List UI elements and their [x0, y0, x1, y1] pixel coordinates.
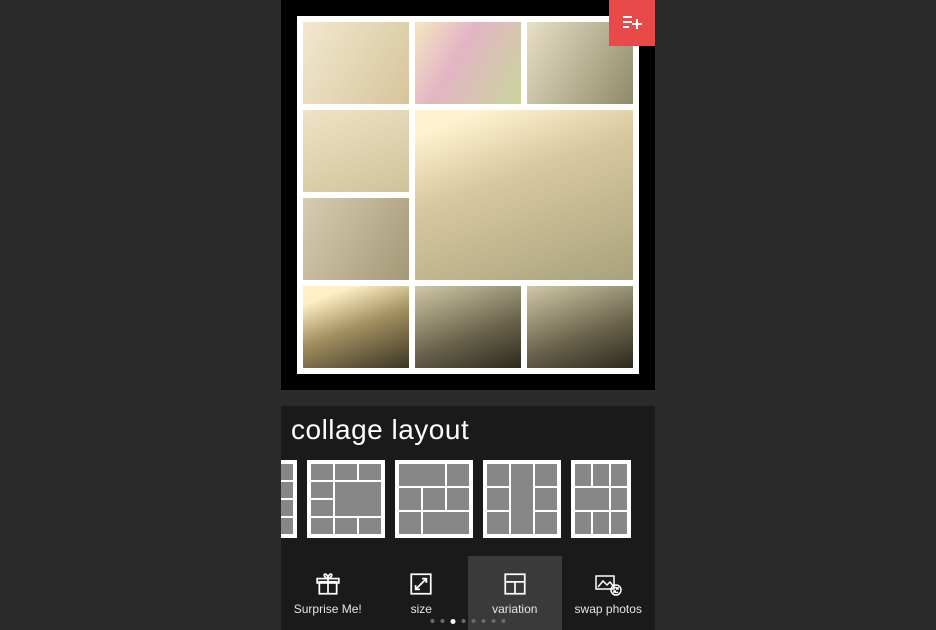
add-button[interactable]	[609, 0, 655, 46]
collage-canvas[interactable]	[297, 16, 639, 374]
collage-tile[interactable]	[303, 110, 409, 192]
app-screen: collage layout	[281, 0, 655, 630]
swap-photos-icon	[594, 570, 622, 598]
layout-grid-icon	[501, 570, 529, 598]
pager-dot[interactable]	[451, 619, 456, 624]
pager-dot[interactable]	[462, 619, 466, 623]
collage-tile[interactable]	[415, 286, 521, 368]
layout-option[interactable]	[571, 460, 631, 538]
pager-dot[interactable]	[482, 619, 486, 623]
resize-icon	[407, 570, 435, 598]
layout-section: collage layout	[281, 406, 655, 556]
collage-tile[interactable]	[303, 22, 409, 104]
pager-dots	[431, 619, 506, 624]
section-gap	[281, 390, 655, 406]
tab-surprise-me[interactable]: Surprise Me!	[281, 556, 375, 630]
collage-tile[interactable]	[415, 110, 633, 280]
collage-tile[interactable]	[415, 22, 521, 104]
collage-preview-area	[281, 0, 655, 390]
pager-dot[interactable]	[472, 619, 476, 623]
list-plus-icon	[620, 11, 644, 35]
pager-dot[interactable]	[431, 619, 435, 623]
layout-option[interactable]	[483, 460, 561, 538]
pager-dot[interactable]	[502, 619, 506, 623]
tab-label: size	[411, 602, 432, 616]
tab-swap-photos[interactable]: swap photos	[562, 556, 656, 630]
tab-label: swap photos	[575, 602, 642, 616]
pager-dot[interactable]	[441, 619, 445, 623]
layout-strip[interactable]	[281, 460, 645, 538]
section-title: collage layout	[291, 414, 645, 446]
collage-tile[interactable]	[303, 198, 409, 280]
layout-option[interactable]	[395, 460, 473, 538]
tab-label: variation	[492, 602, 537, 616]
collage-tile[interactable]	[527, 286, 633, 368]
layout-option[interactable]	[307, 460, 385, 538]
layout-option[interactable]	[281, 460, 297, 538]
tab-label: Surprise Me!	[294, 602, 362, 616]
gift-icon	[314, 570, 342, 598]
collage-tile[interactable]	[303, 286, 409, 368]
pager-dot[interactable]	[492, 619, 496, 623]
